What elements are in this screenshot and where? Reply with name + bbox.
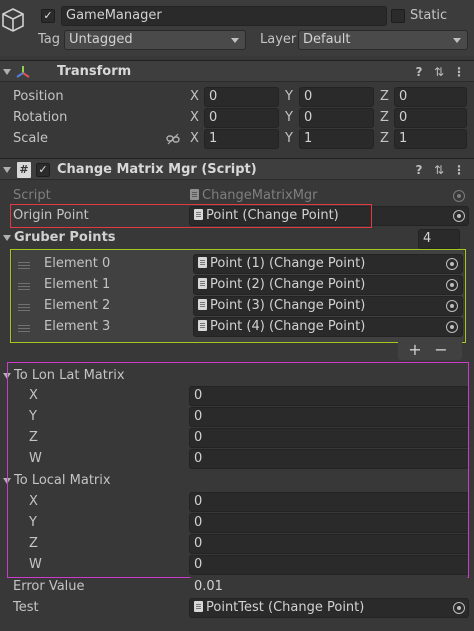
preset-icon[interactable]: ⇅	[432, 163, 446, 177]
gruber-points-label[interactable]: Gruber Points	[14, 228, 116, 248]
rotation-x-label[interactable]: X	[190, 108, 204, 128]
rotation-y-label[interactable]: Y	[285, 108, 299, 128]
layer-label: Layer	[260, 32, 297, 47]
object-picker-icon[interactable]	[453, 602, 465, 614]
rotation-z-input[interactable]: 0	[394, 108, 467, 128]
error-value-input[interactable]: 0.01	[189, 577, 469, 597]
foldout-arrow-icon[interactable]	[3, 69, 11, 75]
script-file-icon: #	[17, 162, 31, 178]
foldout-arrow-icon[interactable]	[3, 167, 11, 173]
script-picker-icon	[453, 190, 465, 202]
remove-element-button[interactable]: −	[430, 340, 452, 360]
transform-header[interactable]: Transform ? ⇅ ⋮	[0, 60, 474, 82]
rotation-label: Rotation	[13, 110, 68, 125]
tag-value: Untagged	[69, 32, 133, 47]
static-label: Static	[410, 8, 448, 23]
rotation-z-label[interactable]: Z	[380, 108, 394, 128]
gruber-highlight-box	[10, 249, 466, 343]
test-value: PointTest (Change Point)	[206, 600, 365, 615]
active-checkbox[interactable]: ✓	[41, 9, 55, 23]
gameobject-header: ✓ GameManager Static Tag Untagged Layer …	[0, 0, 474, 56]
layer-dropdown[interactable]: Default	[298, 30, 468, 50]
error-value-label: Error Value	[13, 579, 85, 594]
scale-label: Scale	[13, 131, 48, 146]
gruber-points-size-input[interactable]: 4	[418, 229, 460, 249]
position-z-label[interactable]: Z	[380, 87, 394, 107]
test-field[interactable]: PointTest (Change Point)	[189, 598, 469, 618]
more-options-icon[interactable]: ⋮	[452, 65, 466, 79]
script-value: ChangeMatrixMgr	[202, 188, 318, 203]
chevron-down-icon	[231, 38, 239, 43]
scale-y-label[interactable]: Y	[285, 129, 299, 149]
transform-title: Transform	[57, 64, 132, 79]
object-name-input[interactable]: GameManager	[61, 6, 387, 26]
position-x-label[interactable]: X	[190, 87, 204, 107]
rotation-y-input[interactable]: 0	[299, 108, 374, 128]
scale-z-label[interactable]: Z	[380, 129, 394, 149]
help-icon[interactable]: ?	[412, 163, 426, 177]
position-y-input[interactable]: 0	[299, 87, 374, 107]
scale-z-input[interactable]: 1	[394, 129, 467, 149]
cube-icon	[0, 6, 26, 36]
script-doc-icon	[190, 189, 199, 200]
more-options-icon[interactable]: ⋮	[452, 163, 466, 177]
matrix-highlight-box	[7, 362, 469, 578]
scale-y-input[interactable]: 1	[299, 129, 374, 149]
script-enabled-checkbox[interactable]: ✓	[36, 163, 50, 177]
preset-icon[interactable]: ⇅	[432, 65, 446, 79]
object-picker-icon[interactable]	[453, 210, 465, 222]
origin-highlight-box	[10, 204, 372, 228]
script-component-title: Change Matrix Mgr (Script)	[57, 162, 257, 177]
transform-icon	[15, 64, 31, 80]
chevron-down-icon	[453, 38, 461, 43]
scale-x-label[interactable]: X	[190, 129, 204, 149]
test-label: Test	[13, 600, 39, 615]
tag-dropdown[interactable]: Untagged	[64, 30, 246, 50]
help-icon[interactable]: ?	[412, 65, 426, 79]
add-element-button[interactable]: +	[404, 340, 426, 360]
position-z-input[interactable]: 0	[394, 87, 467, 107]
link-icon[interactable]	[166, 132, 180, 146]
component-doc-icon	[194, 601, 203, 612]
script-field: ChangeMatrixMgr	[190, 186, 470, 206]
rotation-x-input[interactable]: 0	[204, 108, 279, 128]
foldout-arrow-icon[interactable]	[3, 235, 11, 241]
position-x-input[interactable]: 0	[204, 87, 279, 107]
static-checkbox[interactable]	[391, 9, 405, 23]
position-label: Position	[13, 89, 64, 104]
position-y-label[interactable]: Y	[285, 87, 299, 107]
script-label: Script	[13, 188, 51, 203]
scale-x-input[interactable]: 1	[204, 129, 279, 149]
script-component-header[interactable]: # ✓ Change Matrix Mgr (Script) ? ⇅ ⋮	[0, 158, 474, 180]
layer-value: Default	[303, 32, 351, 47]
tag-label: Tag	[38, 32, 61, 47]
